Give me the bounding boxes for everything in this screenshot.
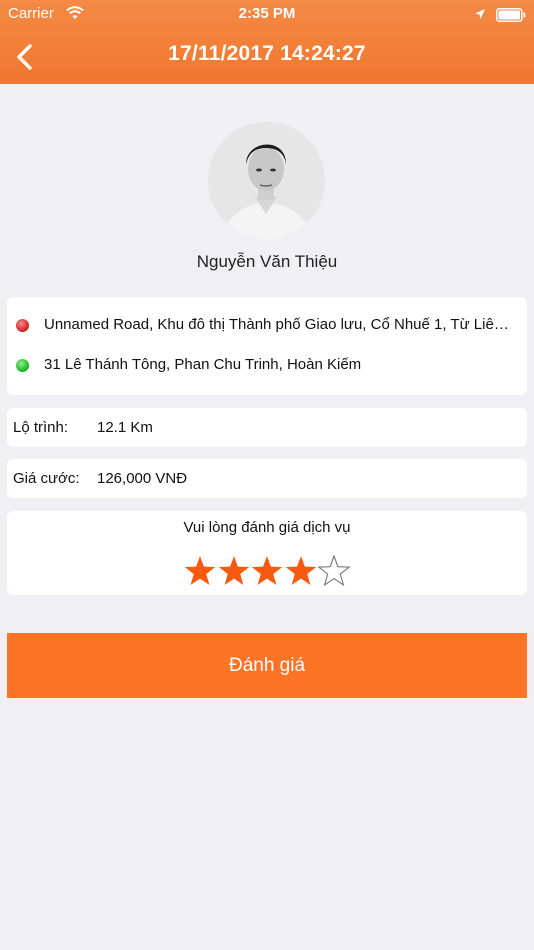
pickup-dot-icon: [16, 319, 29, 332]
star-rating[interactable]: [183, 554, 353, 588]
star-filled-icon[interactable]: [183, 554, 217, 588]
distance-label: Lộ trình:: [13, 419, 69, 436]
distance-value: 12.1 Km: [97, 419, 153, 436]
submit-rating-button[interactable]: Đánh giá: [7, 633, 527, 698]
header: Carrier 2:35 PM 17/11/2017 14:24:27: [0, 0, 534, 84]
dropoff-dot-icon: [16, 359, 29, 372]
distance-card: Lộ trình: 12.1 Km: [7, 408, 527, 447]
rating-prompt: Vui lòng đánh giá dịch vụ: [183, 519, 351, 536]
rating-card: Vui lòng đánh giá dịch vụ: [7, 511, 527, 595]
pickup-row: Unnamed Road, Khu đô thị Thành phố Giao …: [7, 305, 527, 345]
star-filled-icon[interactable]: [217, 554, 251, 588]
battery-icon: [496, 8, 526, 22]
location-arrow-icon: [474, 7, 486, 24]
fare-card: Giá cước: 126,000 VNĐ: [7, 459, 527, 498]
fare-label: Giá cước:: [13, 470, 80, 487]
driver-avatar: [208, 122, 325, 239]
status-time: 2:35 PM: [238, 5, 296, 22]
star-empty-icon[interactable]: [317, 554, 351, 588]
star-filled-icon[interactable]: [284, 554, 318, 588]
dropoff-row: 31 Lê Thánh Tông, Phan Chu Trinh, Hoàn K…: [7, 345, 527, 385]
star-filled-icon[interactable]: [250, 554, 284, 588]
fare-value: 126,000 VNĐ: [97, 470, 188, 487]
pickup-address: Unnamed Road, Khu đô thị Thành phố Giao …: [44, 316, 514, 333]
driver-name: Nguyễn Văn Thiệu: [196, 252, 338, 271]
nav-bar: 17/11/2017 14:24:27: [0, 30, 534, 84]
status-bar: Carrier 2:35 PM: [0, 0, 534, 30]
route-card: Unnamed Road, Khu đô thị Thành phố Giao …: [7, 297, 527, 395]
page-title: 17/11/2017 14:24:27: [168, 42, 366, 65]
dropoff-address: 31 Lê Thánh Tông, Phan Chu Trinh, Hoàn K…: [44, 356, 362, 373]
